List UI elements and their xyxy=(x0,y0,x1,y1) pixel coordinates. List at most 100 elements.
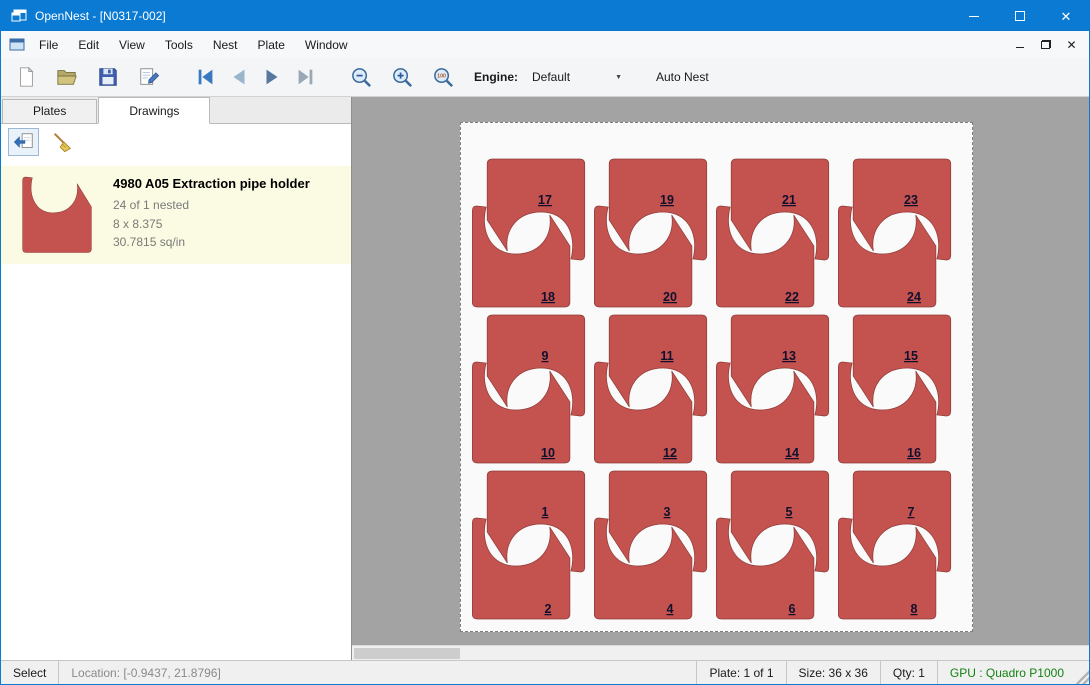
zoom-100-icon[interactable]: 100 xyxy=(427,62,460,93)
nested-part-top[interactable] xyxy=(731,471,829,572)
app-icon xyxy=(11,9,27,23)
engine-label: Engine: xyxy=(474,70,518,84)
app-window: OpenNest - [N0317-002] ✕ File Edit View … xyxy=(0,0,1090,685)
resize-grip[interactable] xyxy=(1076,661,1089,684)
nested-part-bottom[interactable] xyxy=(594,362,692,463)
scrollbar-thumb[interactable] xyxy=(354,648,460,659)
nested-part-bottom[interactable] xyxy=(594,518,692,619)
nested-part-top[interactable] xyxy=(609,471,707,572)
part-number: 10 xyxy=(541,446,555,460)
main-toolbar: 100 Engine: Default ▼ Auto Nest xyxy=(1,58,1089,97)
nested-part-bottom[interactable] xyxy=(716,362,814,463)
nested-part-top[interactable] xyxy=(487,159,585,260)
part-number: 20 xyxy=(663,290,677,304)
nested-pair[interactable]: 34 xyxy=(594,471,706,619)
nested-part-top[interactable] xyxy=(853,159,951,260)
part-number: 15 xyxy=(904,349,918,363)
menu-file[interactable]: File xyxy=(29,32,68,58)
nested-part-bottom[interactable] xyxy=(472,518,570,619)
left-panel: Plates Drawings xyxy=(1,97,352,660)
status-location: Location: [-0.9437, 21.8796] xyxy=(58,661,232,684)
engine-dropdown[interactable]: Default ▼ xyxy=(526,65,628,89)
drawing-list-item[interactable]: 4980 A05 Extraction pipe holder 24 of 1 … xyxy=(1,166,351,264)
titlebar: OpenNest - [N0317-002] ✕ xyxy=(1,1,1089,31)
status-gpu: GPU : Quadro P1000 xyxy=(937,661,1076,684)
menu-edit[interactable]: Edit xyxy=(68,32,109,58)
clean-icon[interactable] xyxy=(46,128,77,156)
part-number: 14 xyxy=(785,446,799,460)
nested-pair[interactable]: 13 14 xyxy=(716,315,828,463)
window-title: OpenNest - [N0317-002] xyxy=(35,9,166,23)
horizontal-scrollbar[interactable] xyxy=(352,645,1089,660)
dropdown-caret-icon: ▼ xyxy=(615,74,622,81)
plate-svg: 171819202122232491011121314151612345678 xyxy=(461,123,972,631)
nav-first-icon[interactable] xyxy=(189,62,222,93)
nested-pair[interactable]: 56 xyxy=(716,471,828,619)
nested-part-top[interactable] xyxy=(731,159,829,260)
status-plate: Plate: 1 of 1 xyxy=(696,661,785,684)
drawing-item-text: 4980 A05 Extraction pipe holder 24 of 1 … xyxy=(113,176,310,252)
nested-part-bottom[interactable] xyxy=(472,362,570,463)
mdi-child-icon[interactable] xyxy=(9,38,25,51)
plate[interactable]: 171819202122232491011121314151612345678 xyxy=(460,122,973,632)
nested-part-top[interactable] xyxy=(853,315,951,416)
part-number: 21 xyxy=(782,193,796,207)
nested-pair[interactable]: 2324 xyxy=(838,159,950,307)
nested-part-top[interactable] xyxy=(853,471,951,572)
menu-view[interactable]: View xyxy=(109,32,155,58)
nested-pair[interactable]: 1718 xyxy=(472,159,584,307)
nested-pair[interactable]: 1920 xyxy=(594,159,706,307)
status-mode: Select xyxy=(1,661,58,684)
nav-last-icon[interactable] xyxy=(288,62,321,93)
part-number: 12 xyxy=(663,446,677,460)
nested-part-top[interactable] xyxy=(731,315,829,416)
nested-pair[interactable]: 2122 xyxy=(716,159,828,307)
nested-pair[interactable]: 12 xyxy=(472,471,584,619)
tab-drawings[interactable]: Drawings xyxy=(98,97,210,124)
nested-pair[interactable]: 78 xyxy=(838,471,950,619)
mdi-close-icon[interactable]: ✕ xyxy=(1060,35,1083,54)
nav-prev-icon[interactable] xyxy=(222,62,255,93)
nested-part-bottom[interactable] xyxy=(838,362,936,463)
menu-plate[interactable]: Plate xyxy=(248,32,295,58)
minimize-icon[interactable] xyxy=(951,1,997,31)
nested-pair[interactable]: 1516 xyxy=(838,315,950,463)
menu-tools[interactable]: Tools xyxy=(155,32,203,58)
nested-part-bottom[interactable] xyxy=(472,206,570,307)
part-number: 2 xyxy=(545,602,552,616)
nested-part-top[interactable] xyxy=(487,471,585,572)
nesting-canvas[interactable]: 171819202122232491011121314151612345678 xyxy=(352,97,1089,660)
drawing-title: 4980 A05 Extraction pipe holder xyxy=(113,176,310,191)
part-number: 24 xyxy=(907,290,921,304)
new-file-icon[interactable] xyxy=(9,62,42,93)
mdi-minimize-icon[interactable] xyxy=(1008,35,1031,54)
zoom-out-icon[interactable] xyxy=(345,62,378,93)
part-number: 1 xyxy=(542,505,549,519)
save-edit-icon[interactable] xyxy=(132,62,165,93)
part-number: 13 xyxy=(782,349,796,363)
auto-nest-button[interactable]: Auto Nest xyxy=(648,65,717,89)
save-icon[interactable] xyxy=(91,62,124,93)
menu-nest[interactable]: Nest xyxy=(203,32,248,58)
zoom-in-icon[interactable] xyxy=(386,62,419,93)
nested-part-top[interactable] xyxy=(487,315,585,416)
drawing-dimensions: 8 x 8.375 xyxy=(113,215,310,234)
nested-part-bottom[interactable] xyxy=(838,518,936,619)
nav-next-icon[interactable] xyxy=(255,62,288,93)
nested-pair[interactable]: 1112 xyxy=(594,315,706,463)
close-icon[interactable]: ✕ xyxy=(1043,1,1089,31)
nested-part-top[interactable] xyxy=(609,315,707,416)
nested-part-top[interactable] xyxy=(609,159,707,260)
nested-part-bottom[interactable] xyxy=(594,206,692,307)
mdi-restore-icon[interactable] xyxy=(1034,35,1057,54)
nested-part-bottom[interactable] xyxy=(716,518,814,619)
nested-part-bottom[interactable] xyxy=(838,206,936,307)
status-size: Size: 36 x 36 xyxy=(786,661,880,684)
tab-plates[interactable]: Plates xyxy=(2,99,97,123)
send-to-plates-icon[interactable] xyxy=(8,128,39,156)
menu-window[interactable]: Window xyxy=(295,32,358,58)
nested-pair[interactable]: 910 xyxy=(472,315,584,463)
nested-part-bottom[interactable] xyxy=(716,206,814,307)
open-folder-icon[interactable] xyxy=(50,62,83,93)
maximize-icon[interactable] xyxy=(997,1,1043,31)
